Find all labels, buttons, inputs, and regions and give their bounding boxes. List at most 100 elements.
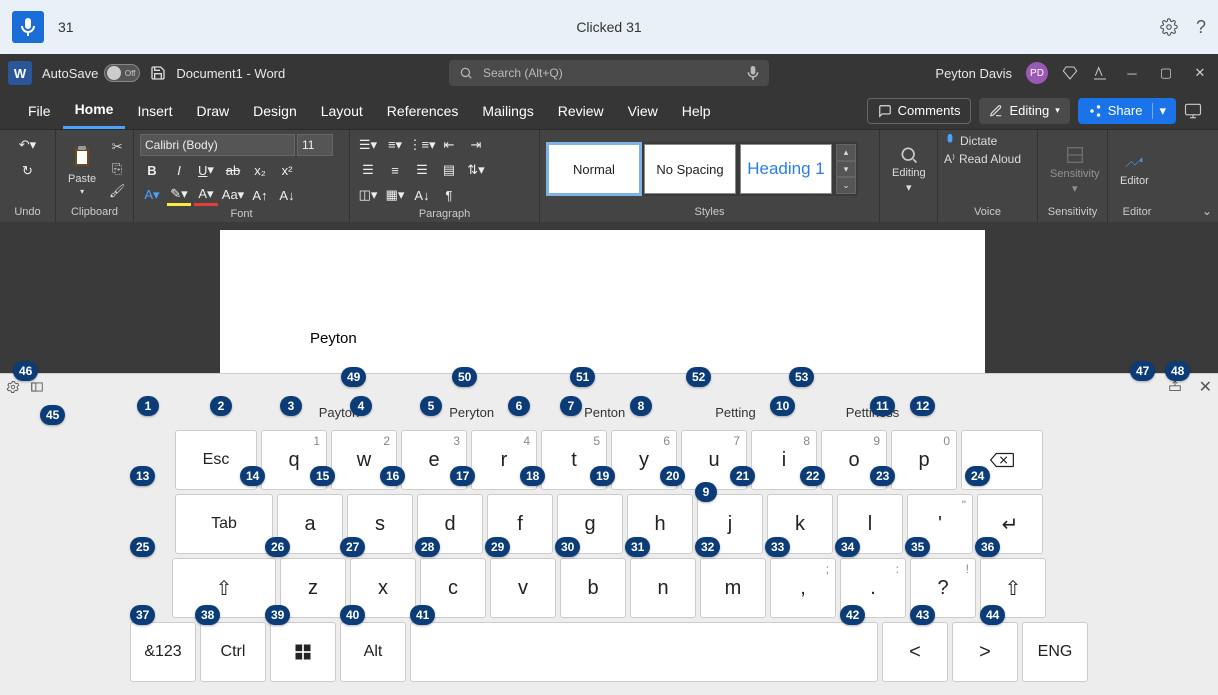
key-alt[interactable]: Alt xyxy=(340,622,406,682)
key-win[interactable] xyxy=(270,622,336,682)
editing-group-button[interactable]: Editing▾ xyxy=(886,145,932,194)
share-button[interactable]: Share▾ xyxy=(1078,98,1176,124)
key-,[interactable]: ,; xyxy=(770,558,836,618)
borders-button[interactable]: ▦▾ xyxy=(383,184,407,206)
numbering-button[interactable]: ≡▾ xyxy=(383,134,407,156)
paste-button[interactable]: Paste▾ xyxy=(62,143,102,196)
key-symnum[interactable]: &123 xyxy=(130,622,196,682)
diamond-icon[interactable] xyxy=(1062,65,1078,81)
align-left-button[interactable]: ☰ xyxy=(356,159,380,181)
present-icon[interactable] xyxy=(1184,102,1202,120)
align-right-button[interactable]: ☰ xyxy=(410,159,434,181)
shrink-font-button[interactable]: A↓ xyxy=(275,184,299,206)
editing-mode-button[interactable]: Editing▾ xyxy=(979,98,1069,124)
save-icon[interactable] xyxy=(150,65,166,81)
style-no-spacing[interactable]: No Spacing xyxy=(644,144,736,194)
grow-font-button[interactable]: A↑ xyxy=(248,184,272,206)
tab-view[interactable]: View xyxy=(616,92,670,129)
highlight-button[interactable]: ✎▾ xyxy=(167,184,191,206)
cut-button[interactable]: ✂ xyxy=(106,137,128,157)
styles-gallery[interactable]: Normal No Spacing Heading 1 ▴▾⌄ xyxy=(546,142,858,196)
justify-button[interactable]: ▤ xyxy=(437,159,461,181)
font-color-button[interactable]: A▾ xyxy=(194,184,218,206)
multilevel-button[interactable]: ⋮≡▾ xyxy=(410,134,434,156)
mic-button[interactable] xyxy=(12,11,44,43)
osk-close-button[interactable]: ✕ xyxy=(1199,377,1212,397)
copy-button[interactable]: ⎘ xyxy=(106,159,128,179)
key-p[interactable]: p0 xyxy=(891,430,957,490)
editor-button[interactable]: Editor xyxy=(1114,151,1155,187)
tab-mailings[interactable]: Mailings xyxy=(470,92,545,129)
tab-file[interactable]: File xyxy=(16,92,63,129)
tab-help[interactable]: Help xyxy=(670,92,723,129)
key-right[interactable]: > xyxy=(952,622,1018,682)
redo-button[interactable]: ↻ xyxy=(16,160,40,182)
format-painter-button[interactable]: 🖌 xyxy=(106,181,128,201)
key-n[interactable]: n xyxy=(630,558,696,618)
key-z[interactable]: z xyxy=(280,558,346,618)
read-aloud-button[interactable]: A⁾Read Aloud xyxy=(944,152,1021,166)
autosave-toggle[interactable]: Off xyxy=(104,64,140,82)
subscript-button[interactable]: x₂ xyxy=(248,159,272,181)
user-name: Peyton Davis xyxy=(935,66,1012,81)
suggestion-3[interactable]: Penton xyxy=(584,405,625,420)
styles-up[interactable]: ▴ xyxy=(836,144,856,161)
styles-more[interactable]: ⌄ xyxy=(836,177,856,194)
underline-button[interactable]: U▾ xyxy=(194,159,218,181)
suggestion-4[interactable]: Petting xyxy=(715,405,755,420)
font-name-combo[interactable]: Calibri (Body) xyxy=(140,134,295,156)
osk-layout-icon[interactable] xyxy=(30,380,44,394)
dictate-button[interactable]: Dictate xyxy=(944,134,997,148)
tab-insert[interactable]: Insert xyxy=(125,92,184,129)
help-icon[interactable]: ? xyxy=(1196,17,1206,38)
key-lang[interactable]: ENG xyxy=(1022,622,1088,682)
tab-review[interactable]: Review xyxy=(546,92,616,129)
styles-down[interactable]: ▾ xyxy=(836,161,856,178)
osk-settings-icon[interactable] xyxy=(6,380,20,394)
tab-draw[interactable]: Draw xyxy=(184,92,241,129)
key-v[interactable]: v xyxy=(490,558,556,618)
undo-button[interactable]: ↶▾ xyxy=(16,134,40,156)
font-size-combo[interactable]: 11 xyxy=(297,134,333,156)
search-mic-icon[interactable] xyxy=(747,66,759,80)
key-tab[interactable]: Tab xyxy=(175,494,273,554)
text-effects-button[interactable]: A▾ xyxy=(140,184,164,206)
strikethrough-button[interactable]: ab xyxy=(221,159,245,181)
align-center-button[interactable]: ≡ xyxy=(383,159,407,181)
minimize-button[interactable]: ─ xyxy=(1122,66,1142,81)
bold-button[interactable]: B xyxy=(140,159,164,181)
tab-design[interactable]: Design xyxy=(241,92,309,129)
avatar[interactable]: PD xyxy=(1026,62,1048,84)
coming-soon-icon[interactable] xyxy=(1092,65,1108,81)
tab-references[interactable]: References xyxy=(375,92,471,129)
key-space[interactable] xyxy=(410,622,878,682)
superscript-button[interactable]: x² xyxy=(275,159,299,181)
tab-home[interactable]: Home xyxy=(63,92,126,129)
suggestion-2[interactable]: Peryton xyxy=(449,405,494,420)
close-button[interactable]: ✕ xyxy=(1190,65,1210,81)
style-normal[interactable]: Normal xyxy=(548,144,640,194)
gear-icon[interactable] xyxy=(1160,18,1178,36)
line-spacing-button[interactable]: ⇅▾ xyxy=(464,159,488,181)
comments-button[interactable]: Comments xyxy=(867,98,972,124)
sensitivity-button[interactable]: Sensitivity▾ xyxy=(1044,144,1106,195)
key-b[interactable]: b xyxy=(560,558,626,618)
key-m[interactable]: m xyxy=(700,558,766,618)
increase-indent-button[interactable]: ⇥ xyxy=(464,134,488,156)
osk-dock-icon[interactable] xyxy=(1167,380,1183,394)
shading-button[interactable]: ◫▾ xyxy=(356,184,380,206)
italic-button[interactable]: I xyxy=(167,159,191,181)
search-box[interactable]: Search (Alt+Q) xyxy=(449,60,769,86)
decrease-indent-button[interactable]: ⇤ xyxy=(437,134,461,156)
bullets-button[interactable]: ☰▾ xyxy=(356,134,380,156)
key-ctrl[interactable]: Ctrl xyxy=(200,622,266,682)
change-case-button[interactable]: Aa▾ xyxy=(221,184,245,206)
show-marks-button[interactable]: ¶ xyxy=(437,184,461,206)
maximize-button[interactable]: ▢ xyxy=(1156,65,1176,81)
key-shift-left[interactable]: ⇧ xyxy=(172,558,276,618)
tab-layout[interactable]: Layout xyxy=(309,92,375,129)
style-heading-1[interactable]: Heading 1 xyxy=(740,144,832,194)
key-left[interactable]: < xyxy=(882,622,948,682)
sort-button[interactable]: A↓ xyxy=(410,184,434,206)
collapse-ribbon-button[interactable]: ⌄ xyxy=(1202,204,1212,218)
